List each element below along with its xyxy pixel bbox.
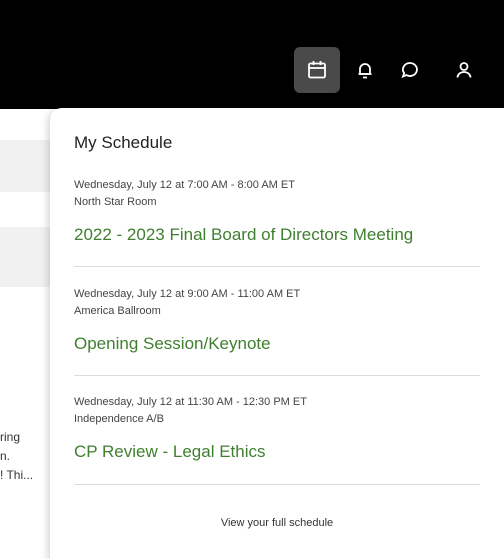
chat-icon[interactable] <box>387 47 433 93</box>
schedule-dropdown: My Schedule Wednesday, July 12 at 7:00 A… <box>50 108 504 559</box>
divider <box>74 266 480 267</box>
schedule-event: Wednesday, July 12 at 11:30 AM - 12:30 P… <box>74 394 480 462</box>
view-full-schedule-link[interactable]: View your full schedule <box>50 517 504 529</box>
panel-title: My Schedule <box>74 133 173 152</box>
schedule-event: Wednesday, July 12 at 9:00 AM - 11:00 AM… <box>74 286 480 354</box>
event-datetime: Wednesday, July 12 at 9:00 AM - 11:00 AM… <box>74 288 301 300</box>
user-icon[interactable] <box>441 47 487 93</box>
divider <box>74 484 480 485</box>
top-navigation-bar <box>0 0 504 109</box>
event-title-link[interactable]: Opening Session/Keynote <box>74 334 480 354</box>
event-datetime: Wednesday, July 12 at 11:30 AM - 12:30 P… <box>74 396 307 408</box>
calendar-icon[interactable] <box>294 47 340 93</box>
event-title-link[interactable]: CP Review - Legal Ethics <box>74 442 480 462</box>
divider <box>74 375 480 376</box>
event-title-link[interactable]: 2022 - 2023 Final Board of Directors Mee… <box>74 225 480 245</box>
event-location: North Star Room <box>74 196 157 208</box>
bell-icon[interactable] <box>342 47 388 93</box>
schedule-event: Wednesday, July 12 at 7:00 AM - 8:00 AM … <box>74 177 480 245</box>
event-datetime: Wednesday, July 12 at 7:00 AM - 8:00 AM … <box>74 179 295 191</box>
event-location: Independence A/B <box>74 413 164 425</box>
event-location: America Ballroom <box>74 305 161 317</box>
